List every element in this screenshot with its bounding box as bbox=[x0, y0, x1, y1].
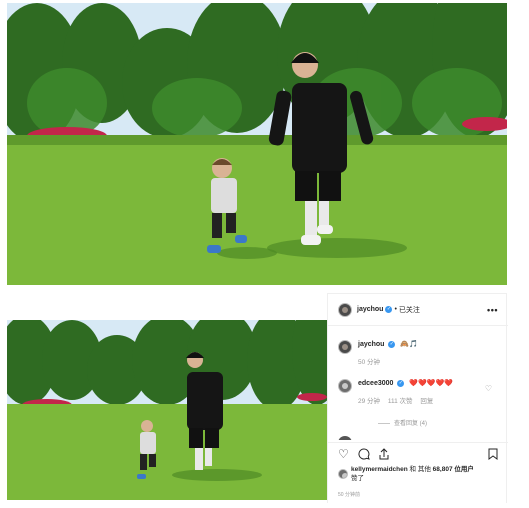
next-comment-avatar bbox=[338, 436, 352, 440]
comment-likes[interactable]: 111 次赞 bbox=[388, 398, 413, 405]
comment-reply-button[interactable]: 回复 bbox=[420, 398, 433, 405]
avatar[interactable] bbox=[338, 379, 352, 393]
main-photo bbox=[7, 3, 507, 285]
comment-body: edcee3000 ✓ ❤️❤️❤️❤️❤️ 29 分钟 111 次赞 回复 bbox=[358, 379, 453, 405]
caption: jaychou ✓ 🙈🎵 50 分钟 bbox=[338, 340, 418, 366]
caption-username[interactable]: jaychou bbox=[358, 341, 384, 348]
post-photo bbox=[7, 320, 327, 500]
post-header: jaychou ✓ • 已关注 ••• bbox=[328, 294, 508, 326]
share-icon[interactable] bbox=[378, 448, 390, 462]
verified-badge-icon: ✓ bbox=[385, 306, 393, 313]
caption-time[interactable]: 50 分钟 bbox=[358, 359, 380, 366]
caption-text: 🙈🎵 bbox=[400, 341, 418, 348]
likes-connector: 和 其他 bbox=[409, 466, 431, 473]
liker-username[interactable]: kellymermaidchen bbox=[351, 466, 408, 473]
comment-row: edcee3000 ✓ ❤️❤️❤️❤️❤️ 29 分钟 111 次赞 回复 bbox=[338, 379, 453, 405]
avatar[interactable] bbox=[338, 302, 352, 317]
likes-count[interactable]: 68,807 bbox=[433, 466, 453, 473]
view-replies-link[interactable]: 查看回复 (4) bbox=[378, 418, 427, 427]
likes-tail: 赞了 bbox=[351, 475, 364, 482]
likes-row: kellymermaidchen 和 其他 68,807 位用户 赞了 bbox=[338, 465, 501, 483]
verified-badge-icon: ✓ bbox=[397, 379, 405, 387]
avatar[interactable] bbox=[338, 340, 352, 354]
comment-meta: 29 分钟 111 次赞 回复 bbox=[358, 395, 453, 405]
bookmark-icon[interactable] bbox=[488, 448, 498, 462]
verified-badge-icon: ✓ bbox=[388, 340, 396, 348]
separator-dot: • bbox=[394, 306, 397, 313]
post-username[interactable]: jaychou bbox=[357, 306, 383, 313]
caption-meta: 50 分钟 bbox=[358, 356, 418, 366]
follow-status[interactable]: 已关注 bbox=[399, 305, 420, 315]
likes-suffix: 位用户 bbox=[454, 466, 474, 473]
comment-like-heart-icon[interactable]: ♡ bbox=[485, 384, 492, 393]
caption-body: jaychou ✓ 🙈🎵 50 分钟 bbox=[358, 340, 418, 366]
action-bar: ♡ bbox=[328, 442, 508, 466]
post-timestamp[interactable]: 50 分钟前 bbox=[338, 491, 360, 498]
comment-text: ❤️❤️❤️❤️❤️ bbox=[409, 380, 453, 387]
comment-username[interactable]: edcee3000 bbox=[358, 380, 393, 387]
comment-time[interactable]: 29 分钟 bbox=[358, 398, 380, 405]
comment-icon[interactable] bbox=[358, 448, 370, 462]
heart-icon[interactable]: ♡ bbox=[338, 448, 349, 460]
avatar[interactable] bbox=[338, 469, 348, 479]
likes-summary: kellymermaidchen 和 其他 68,807 位用户 赞了 bbox=[351, 465, 501, 483]
more-dots-icon[interactable]: ••• bbox=[487, 305, 498, 315]
instagram-post-panel: jaychou ✓ • 已关注 ••• jaychou ✓ 🙈🎵 50 分钟 e… bbox=[327, 293, 508, 503]
